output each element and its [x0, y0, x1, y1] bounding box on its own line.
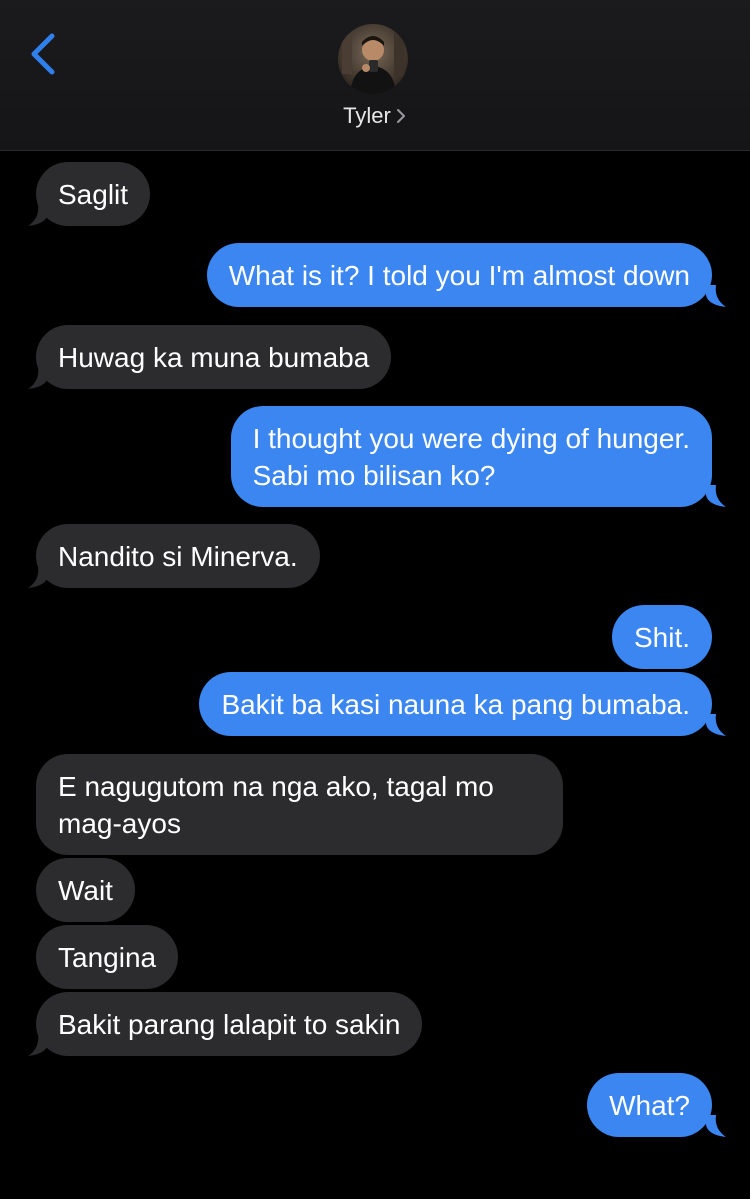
message-text: Saglit — [58, 179, 129, 210]
message-text-line: Sabi mo bilisan ko? — [252, 460, 496, 491]
message-bubble-outgoing[interactable]: I thought you were dying of hunger. Sabi… — [230, 406, 712, 507]
message-text: Wait — [58, 875, 113, 906]
contact-name: Tyler — [343, 103, 391, 128]
avatar[interactable] — [338, 24, 408, 94]
message-bubble-outgoing[interactable]: Bakit ba kasi nauna ka pang bumaba. — [199, 672, 712, 736]
message-bubble-outgoing[interactable]: What? — [587, 1073, 712, 1137]
bubble-tail — [706, 285, 726, 307]
message-bubble-incoming[interactable]: Bakit parang lalapit to sakin — [36, 992, 423, 1056]
message-bubble-incoming[interactable]: Wait — [36, 858, 135, 922]
message-bubble-outgoing[interactable]: Shit. — [611, 605, 712, 669]
bubble-tail — [706, 1115, 726, 1137]
message-text-line: mag-ayos — [58, 808, 181, 839]
bubble-tail — [28, 204, 48, 226]
message-text: Bakit parang lalapit to sakin — [58, 1009, 401, 1040]
contact-photo — [338, 24, 408, 94]
message-text: Shit. — [633, 622, 690, 653]
message-text-line: E nagugutom na nga ako, tagal mo — [58, 771, 494, 802]
chevron-left-icon[interactable] — [24, 30, 64, 78]
message-text: Nandito si Minerva. — [58, 541, 298, 572]
message-text-line: I thought you were dying of hunger. — [252, 423, 690, 454]
message-text: Huwag ka muna bumaba — [58, 342, 370, 373]
chevron-right-icon — [396, 109, 405, 123]
message-bubble-outgoing[interactable]: What is it? I told you I'm almost down — [206, 243, 712, 307]
message-bubble-incoming[interactable]: Tangina — [36, 925, 179, 989]
message-text: What is it? I told you I'm almost down — [228, 260, 690, 291]
bubble-tail — [28, 566, 48, 588]
contact-name-button[interactable]: Tyler — [0, 102, 750, 130]
message-text: Tangina — [58, 942, 157, 973]
bubble-tail — [28, 367, 48, 389]
conversation-header: Tyler — [0, 0, 750, 151]
message-bubble-incoming[interactable]: Huwag ka muna bumaba — [36, 325, 392, 389]
message-bubble-incoming[interactable]: E nagugutom na nga ako, tagal mo mag-ayo… — [36, 754, 563, 855]
bubble-tail — [706, 714, 726, 736]
message-text: What? — [609, 1090, 690, 1121]
message-text: Bakit ba kasi nauna ka pang bumaba. — [221, 689, 690, 720]
message-bubble-incoming[interactable]: Nandito si Minerva. — [36, 524, 320, 588]
bubble-tail — [706, 485, 726, 507]
bubble-tail — [28, 1034, 48, 1056]
